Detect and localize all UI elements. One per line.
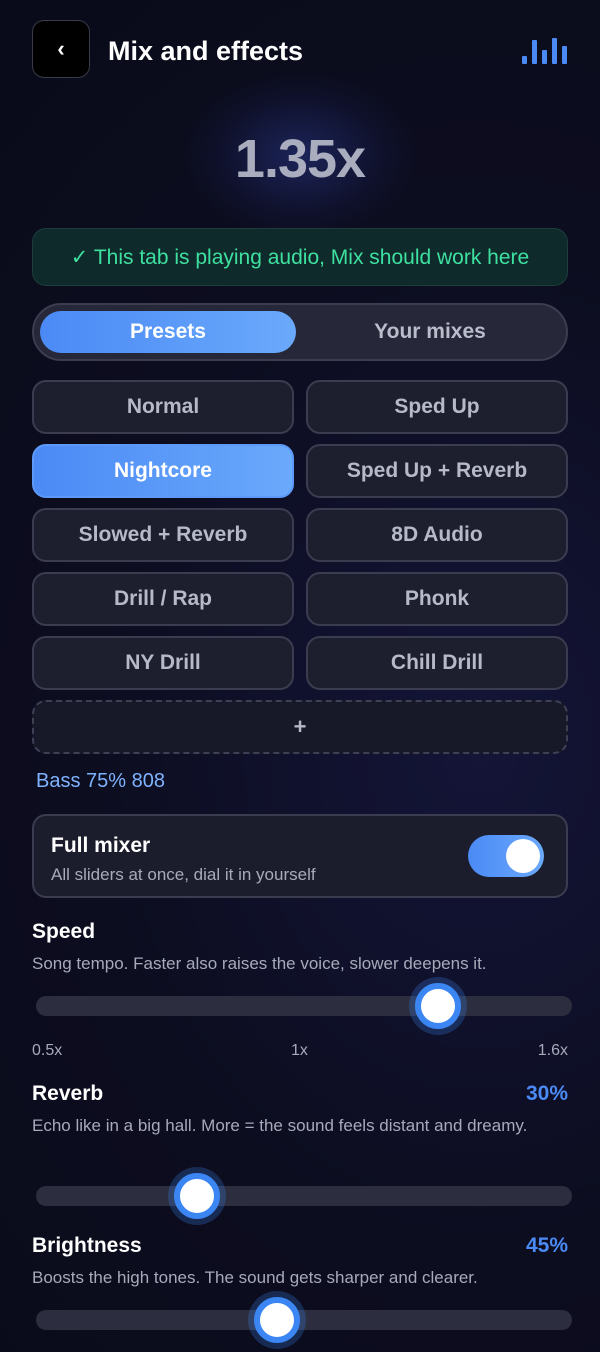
speed-max-label: 1.6x bbox=[537, 1042, 568, 1059]
preset-drill-rap[interactable]: Drill / Rap bbox=[32, 572, 294, 626]
reverb-slider[interactable] bbox=[36, 1173, 572, 1219]
brightness-value: 45% bbox=[525, 1234, 568, 1257]
preset-nightcore[interactable]: Nightcore bbox=[32, 444, 294, 498]
preset-normal[interactable]: Normal bbox=[32, 380, 294, 434]
brightness-slider-thumb[interactable] bbox=[254, 1297, 301, 1343]
equalizer-bars-icon[interactable] bbox=[522, 36, 568, 64]
chevron-left-icon: ‹ bbox=[57, 36, 65, 61]
preset-phonk[interactable]: Phonk bbox=[306, 572, 568, 626]
full-mixer-subtitle: All sliders at once, dial it in yourself bbox=[51, 865, 316, 884]
back-button[interactable]: ‹ bbox=[32, 20, 90, 78]
status-banner: ✓ This tab is playing audio, Mix should … bbox=[32, 228, 568, 286]
brightness-description: Boosts the high tones. The sound gets sh… bbox=[32, 1268, 478, 1287]
speed-min-label: 0.5x bbox=[32, 1042, 63, 1059]
preset-sped-up[interactable]: Sped Up bbox=[306, 380, 568, 434]
preset-sped-up-reverb[interactable]: Sped Up + Reverb bbox=[306, 444, 568, 498]
preset-ny-drill[interactable]: NY Drill bbox=[32, 636, 294, 690]
toggle-knob bbox=[506, 839, 540, 873]
full-mixer-title: Full mixer bbox=[51, 834, 151, 857]
preset-chill-drill[interactable]: Chill Drill bbox=[306, 636, 568, 690]
speed-slider-thumb[interactable] bbox=[415, 983, 461, 1029]
reverb-value: 30% bbox=[525, 1082, 568, 1105]
preset-slowed-reverb[interactable]: Slowed + Reverb bbox=[32, 508, 294, 562]
plus-icon: + bbox=[293, 714, 307, 739]
brightness-slider[interactable] bbox=[36, 1297, 572, 1343]
speed-readout: 1.35x bbox=[234, 129, 366, 189]
reverb-description: Echo like in a big hall. More = the soun… bbox=[32, 1116, 528, 1135]
tab-presets[interactable]: Presets bbox=[40, 311, 296, 353]
preset-summary: Bass 75% 808 bbox=[36, 770, 165, 792]
full-mixer-toggle[interactable] bbox=[468, 835, 544, 877]
speed-slider[interactable] bbox=[36, 983, 572, 1029]
speed-mid-label: 1x bbox=[291, 1042, 308, 1059]
preset-8d-audio[interactable]: 8D Audio bbox=[306, 508, 568, 562]
add-preset-button[interactable]: + bbox=[32, 700, 568, 754]
speed-description: Song tempo. Faster also raises the voice… bbox=[32, 954, 487, 973]
reverb-label: Reverb bbox=[32, 1082, 104, 1105]
tab-bar: Presets Your mixes bbox=[32, 303, 568, 361]
tab-your-mixes[interactable]: Your mixes bbox=[302, 311, 558, 353]
full-mixer-card: Full mixer All sliders at once, dial it … bbox=[32, 814, 568, 898]
speed-label: Speed bbox=[32, 920, 96, 943]
page-title: Mix and effects bbox=[108, 36, 304, 66]
reverb-slider-thumb[interactable] bbox=[173, 1173, 220, 1219]
brightness-label: Brightness bbox=[32, 1234, 142, 1257]
